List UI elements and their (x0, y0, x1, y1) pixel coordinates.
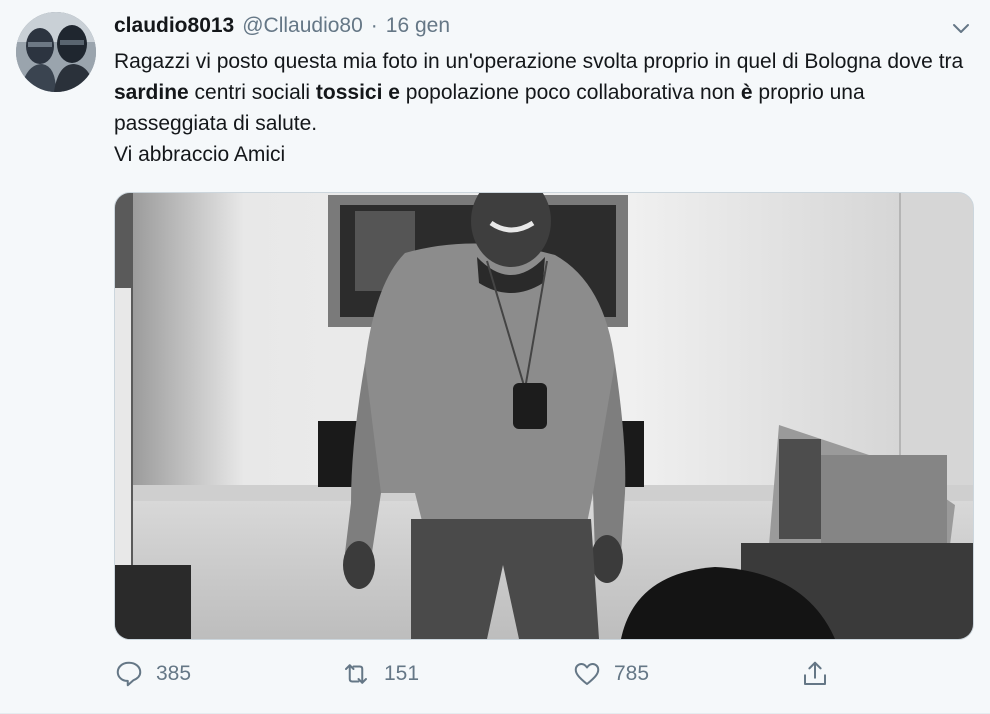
tweet-text-segment: centri sociali (188, 81, 316, 104)
display-name[interactable]: claudio8013 (114, 14, 234, 38)
retweet-count: 151 (384, 662, 420, 685)
user-handle[interactable]: @Cllaudio80 (242, 14, 363, 38)
heart-icon (574, 663, 600, 685)
tweet-text-segment: popolazione poco collaborativa non (399, 81, 741, 104)
separator-dot: · (370, 14, 378, 37)
reply-button[interactable]: 385 (114, 654, 191, 694)
retweet-icon (345, 664, 367, 684)
share-button[interactable] (800, 654, 830, 694)
tweet-header: claudio8013 @Cllaudio80 · 16 gen (114, 14, 450, 42)
tweet-photo[interactable] (114, 192, 974, 640)
photo-image (115, 193, 973, 639)
avatar-photo (16, 12, 96, 92)
more-options-button[interactable] (950, 18, 972, 40)
avatar[interactable] (16, 12, 96, 92)
tweet-text-segment: Vi abbraccio Amici (114, 143, 286, 166)
like-button[interactable]: 785 (572, 654, 649, 694)
retweet-button[interactable]: 151 (340, 654, 419, 694)
tweet-actions: 385 151 785 (114, 654, 874, 694)
like-count: 785 (614, 662, 650, 685)
tweet-text-segment: Ragazzi vi posto questa mia foto in un'o… (114, 50, 964, 73)
tweet-text-bold: è (740, 81, 753, 104)
tweet-timestamp[interactable]: 16 gen (386, 14, 450, 38)
tweet-text-bold: sardine (114, 81, 189, 104)
reply-count: 385 (156, 662, 192, 685)
tweet-text-bold: tossici e (315, 81, 400, 104)
chevron-down-icon (953, 24, 969, 33)
tweet-text: Ragazzi vi posto questa mia foto in un'o… (114, 46, 974, 170)
reply-icon (116, 661, 142, 687)
share-icon (804, 661, 826, 685)
tweet[interactable]: claudio8013 @Cllaudio80 · 16 gen Ragazzi… (0, 0, 990, 714)
